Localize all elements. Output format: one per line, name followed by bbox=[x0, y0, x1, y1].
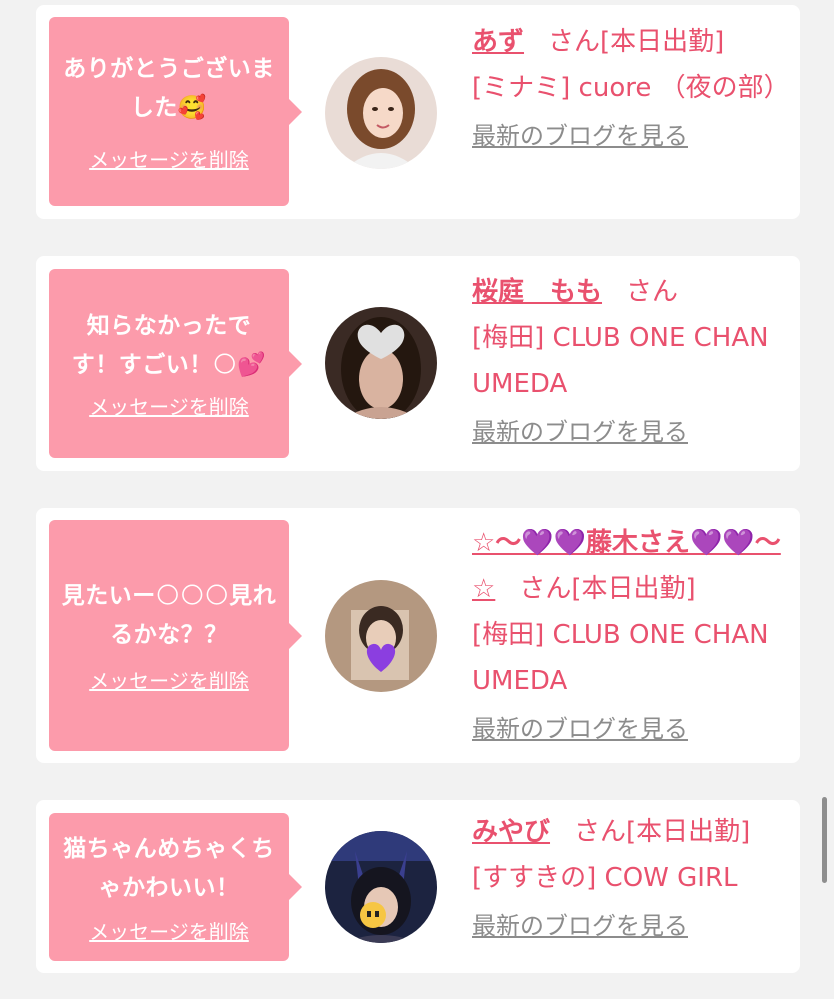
message-card: 見たいー🌕🌕🌕見れるかな？？ メッセージを削除 ☆〜💜💜藤木さえ💜💜〜☆ さん[本… bbox=[36, 508, 800, 763]
delete-message-link[interactable]: メッセージを削除 bbox=[89, 144, 249, 173]
shop-name: [すすきの] COW GIRL bbox=[472, 863, 738, 893]
latest-blog-link[interactable]: 最新のブログを見る bbox=[472, 409, 788, 455]
honorific: さん bbox=[626, 277, 679, 307]
message-card: 猫ちゃんめちゃくちゃかわいい！ メッセージを削除 みやび さん[本日出勤] [すす… bbox=[36, 800, 800, 973]
sender-info: みやび さん[本日出勤] [すすきの] COW GIRL 最新のブログを見る bbox=[472, 809, 788, 949]
sender-info: 桜庭 もも さん [梅田] CLUB ONE CHAN UMEDA 最新のブログを… bbox=[472, 269, 788, 455]
honorific: さん bbox=[548, 27, 601, 57]
message-bubble: 猫ちゃんめちゃくちゃかわいい！ メッセージを削除 bbox=[49, 813, 302, 961]
status-badge: [本日出勤] bbox=[600, 27, 725, 57]
message-card: 知らなかったです！すごい！🌕💕 メッセージを削除 桜庭 もも さん [梅田] CL… bbox=[36, 256, 800, 471]
sender-info: ☆〜💜💜藤木さえ💜💜〜☆ さん[本日出勤] [梅田] CLUB ONE CHAN … bbox=[472, 520, 788, 752]
status-badge: [本日出勤] bbox=[571, 574, 696, 604]
honorific: さん bbox=[519, 574, 572, 604]
message-bubble: 知らなかったです！すごい！🌕💕 メッセージを削除 bbox=[49, 269, 302, 458]
latest-blog-link[interactable]: 最新のブログを見る bbox=[472, 706, 788, 752]
avatar[interactable] bbox=[325, 831, 437, 943]
latest-blog-link[interactable]: 最新のブログを見る bbox=[472, 903, 788, 949]
message-text: 見たいー🌕🌕🌕見れるかな？？ bbox=[61, 583, 277, 648]
shop-name: [梅田] CLUB ONE CHAN UMEDA bbox=[472, 620, 769, 696]
message-text: ありがとうございました🥰 bbox=[63, 56, 275, 121]
avatar-photo-icon bbox=[325, 580, 437, 692]
message-text: 知らなかったです！すごい！🌕💕 bbox=[71, 313, 267, 378]
message-card: ありがとうございました🥰 メッセージを削除 あず さん[本日出勤] [ミナミ] c… bbox=[36, 5, 800, 219]
status-badge: [本日出勤] bbox=[626, 817, 751, 847]
delete-message-link[interactable]: メッセージを削除 bbox=[89, 391, 249, 420]
shop-name: [ミナミ] cuore （夜の部） bbox=[472, 73, 790, 103]
avatar-photo-icon bbox=[325, 57, 437, 169]
sender-info: あず さん[本日出勤] [ミナミ] cuore （夜の部） 最新のブログを見る bbox=[472, 19, 790, 159]
avatar-photo-icon bbox=[325, 307, 437, 419]
message-text: 猫ちゃんめちゃくちゃかわいい！ bbox=[63, 835, 275, 901]
message-bubble: 見たいー🌕🌕🌕見れるかな？？ メッセージを削除 bbox=[49, 520, 302, 751]
scrollbar[interactable] bbox=[822, 797, 827, 883]
honorific: さん bbox=[574, 817, 627, 847]
delete-message-link[interactable]: メッセージを削除 bbox=[89, 665, 249, 694]
latest-blog-link[interactable]: 最新のブログを見る bbox=[472, 113, 788, 159]
avatar[interactable] bbox=[325, 307, 437, 419]
avatar-photo-icon bbox=[325, 831, 437, 943]
sender-name-link[interactable]: あず bbox=[472, 27, 524, 57]
sender-name-link[interactable]: 桜庭 もも bbox=[472, 277, 602, 307]
sender-name-link[interactable]: みやび bbox=[472, 817, 550, 847]
avatar[interactable] bbox=[325, 580, 437, 692]
message-bubble: ありがとうございました🥰 メッセージを削除 bbox=[49, 17, 302, 206]
delete-message-link[interactable]: メッセージを削除 bbox=[89, 916, 249, 945]
avatar[interactable] bbox=[325, 57, 437, 169]
shop-name: [梅田] CLUB ONE CHAN UMEDA bbox=[472, 323, 769, 399]
